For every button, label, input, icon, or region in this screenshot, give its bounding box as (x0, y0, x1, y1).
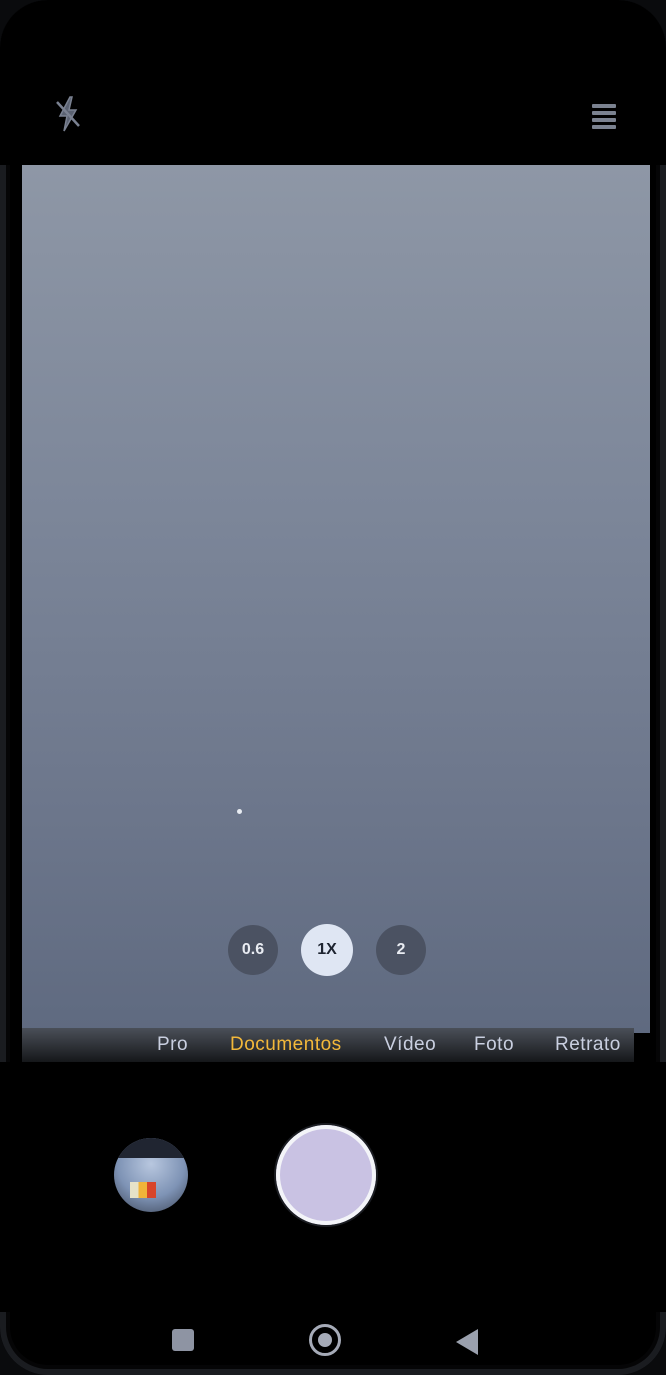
zoom-0-6-button[interactable]: 0.6 (228, 925, 278, 975)
home-circle-icon[interactable] (309, 1324, 341, 1356)
menu-icon[interactable] (590, 100, 618, 132)
recents-square-icon[interactable] (172, 1329, 194, 1351)
back-triangle-icon[interactable] (456, 1329, 478, 1355)
zoom-2-button[interactable]: 2 (376, 925, 426, 975)
gallery-thumbnail[interactable] (114, 1138, 188, 1212)
mode-documentos[interactable]: Documentos (230, 1034, 342, 1056)
mode-pro[interactable]: Pro (157, 1034, 188, 1056)
camera-top-bar (0, 0, 666, 165)
shutter-button[interactable] (276, 1125, 376, 1225)
mode-foto[interactable]: Foto (474, 1034, 514, 1056)
zoom-controls: 0.6 1X 2 (228, 924, 428, 977)
flash-off-icon[interactable] (52, 94, 84, 134)
zoom-1x-button[interactable]: 1X (301, 924, 353, 976)
camera-viewfinder[interactable] (22, 165, 650, 1033)
mode-retrato[interactable]: Retrato (555, 1034, 621, 1056)
mode-video[interactable]: Vídeo (384, 1034, 436, 1056)
camera-mode-strip: Pro Documentos Vídeo Foto Retrato (22, 1028, 634, 1062)
thumbnail-image-content (130, 1182, 156, 1198)
focus-point (237, 809, 242, 814)
thumbnail-image-top (114, 1138, 188, 1158)
phone-frame: 0.6 1X 2 Pro Documentos Vídeo Foto Retra… (0, 0, 666, 1375)
